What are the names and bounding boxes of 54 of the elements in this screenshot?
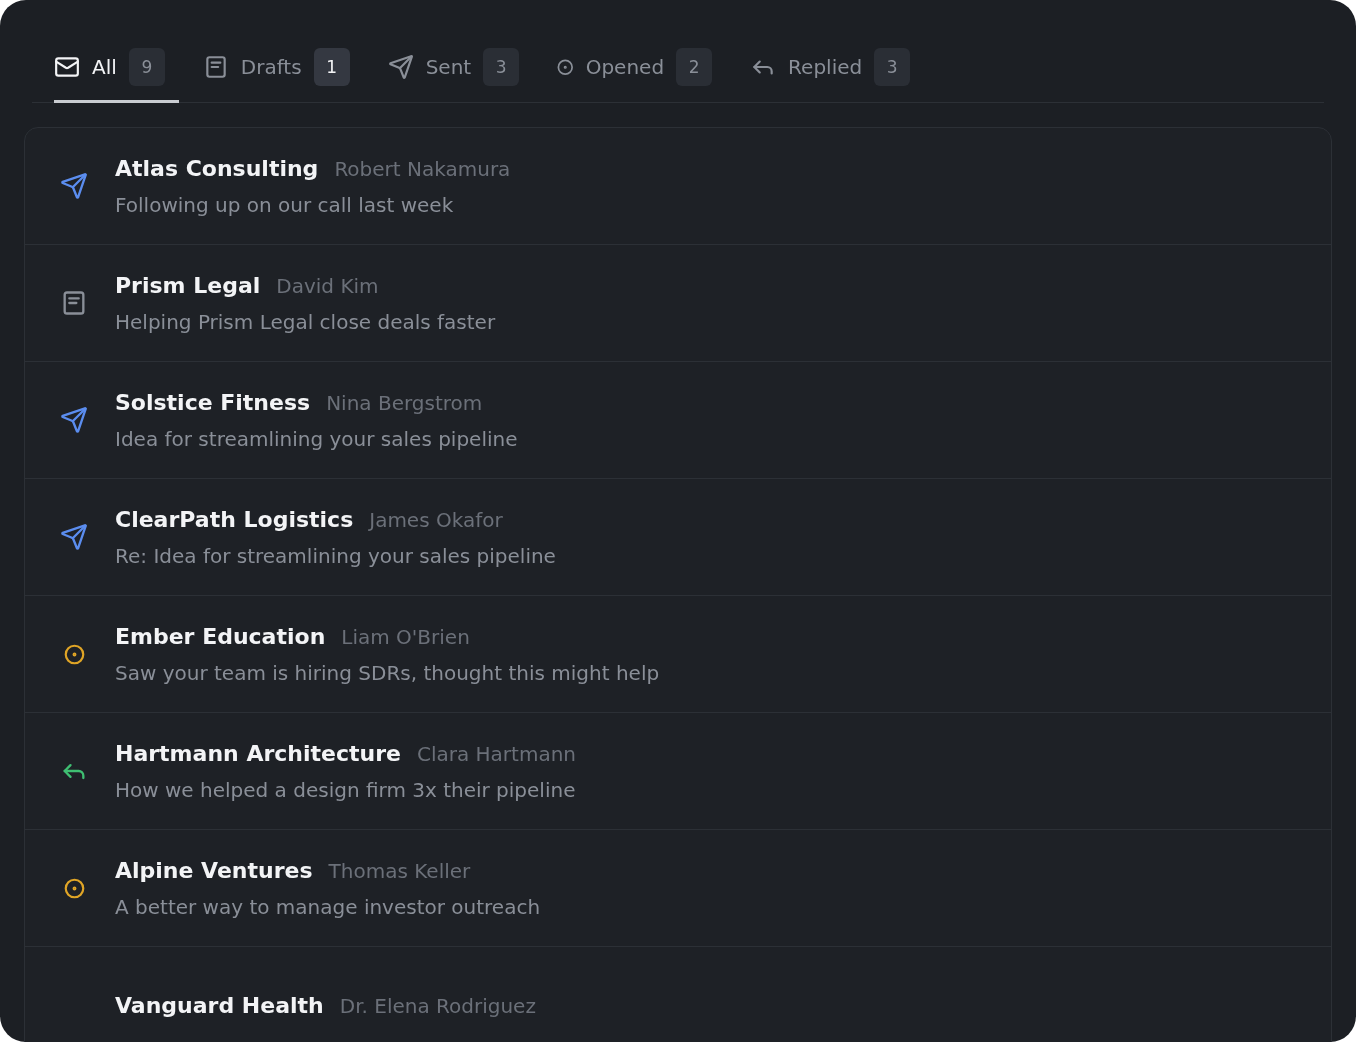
email-subject: A better way to manage investor outreach <box>115 894 541 919</box>
filter-tab[interactable]: Sent 3 <box>387 44 534 103</box>
company-name: Vanguard Health <box>115 992 324 1018</box>
company-name: Hartmann Architecture <box>115 740 401 766</box>
email-subject: Re: Idea for streamlining your sales pipeline <box>115 543 556 568</box>
email-row[interactable]: Solstice Fitness Nina Bergstrom Idea for streamlining your sales pipeline <box>25 362 1331 479</box>
dot-circle-icon <box>63 877 85 899</box>
tab-label: Drafts <box>240 55 302 79</box>
contact-name: Dr. Elena Rodriguez <box>339 993 536 1018</box>
contact-name: Clara Hartmann <box>416 741 576 766</box>
email-row[interactable]: Atlas Consulting Robert Nakamura Following up on our call last week <box>25 128 1331 245</box>
email-row[interactable]: Hartmann Architecture Clara Hartmann How we helped a design firm 3x their pipeline <box>25 713 1331 830</box>
email-subject: How we helped a design firm 3x their pipeline <box>115 777 576 802</box>
tab-label: Sent <box>425 55 472 79</box>
contact-name: Liam O'Brien <box>341 624 470 649</box>
company-name: Ember Education <box>115 623 326 649</box>
email-subject: Helping Prism Legal close deals faster <box>115 309 496 334</box>
email-row[interactable]: Vanguard Health Dr. Elena Rodriguez <box>25 947 1331 1042</box>
filter-tab[interactable]: Opened 2 <box>557 44 727 103</box>
send-icon <box>60 406 88 434</box>
email-row[interactable]: Prism Legal David Kim Helping Prism Legal close deals faster <box>25 245 1331 362</box>
email-row[interactable]: ClearPath Logistics James Okafor Re: Idea for streamlining your sales pipeline <box>25 479 1331 596</box>
email-subject: Idea for streamlining your sales pipeline <box>115 426 518 451</box>
contact-name: David Kim <box>276 273 379 298</box>
company-name: Prism Legal <box>115 272 261 298</box>
company-name: Alpine Ventures <box>115 857 313 883</box>
count-badge: 3 <box>874 48 911 86</box>
dot-circle-icon <box>557 58 574 76</box>
count-badge: 9 <box>128 48 165 86</box>
count-badge: 3 <box>483 48 520 86</box>
contact-name: Robert Nakamura <box>334 156 511 181</box>
email-subject: Saw your team is hiring SDRs, thought this might help <box>115 660 660 685</box>
contact-name: Thomas Keller <box>328 858 471 883</box>
count-badge: 2 <box>676 48 713 86</box>
send-icon <box>387 54 414 80</box>
count-badge: 1 <box>313 48 350 86</box>
tab-label: Opened <box>585 55 665 79</box>
filter-tab[interactable]: Drafts 1 <box>202 44 364 103</box>
send-icon <box>60 172 88 200</box>
filter-tab[interactable]: Replied 3 <box>750 44 925 103</box>
email-subject: Following up on our call last week <box>115 192 455 217</box>
company-name: Solstice Fitness <box>115 389 311 415</box>
send-icon <box>60 523 88 551</box>
contact-name: Nina Bergstrom <box>326 390 483 415</box>
dot-circle-icon <box>63 643 85 665</box>
contact-name: James Okafor <box>369 507 503 532</box>
company-name: ClearPath Logistics <box>115 506 354 532</box>
email-row[interactable]: Alpine Ventures Thomas Keller A better way to manage investor outreach <box>25 830 1331 947</box>
tab-label: All <box>92 55 117 79</box>
email-row[interactable]: Ember Education Liam O'Brien Saw your team is hiring SDRs, thought this might help <box>25 596 1331 713</box>
mail-icon <box>54 54 80 80</box>
filter-tab[interactable]: All 9 <box>54 44 179 103</box>
company-name: Atlas Consulting <box>115 155 319 181</box>
tab-label: Replied <box>788 55 863 79</box>
